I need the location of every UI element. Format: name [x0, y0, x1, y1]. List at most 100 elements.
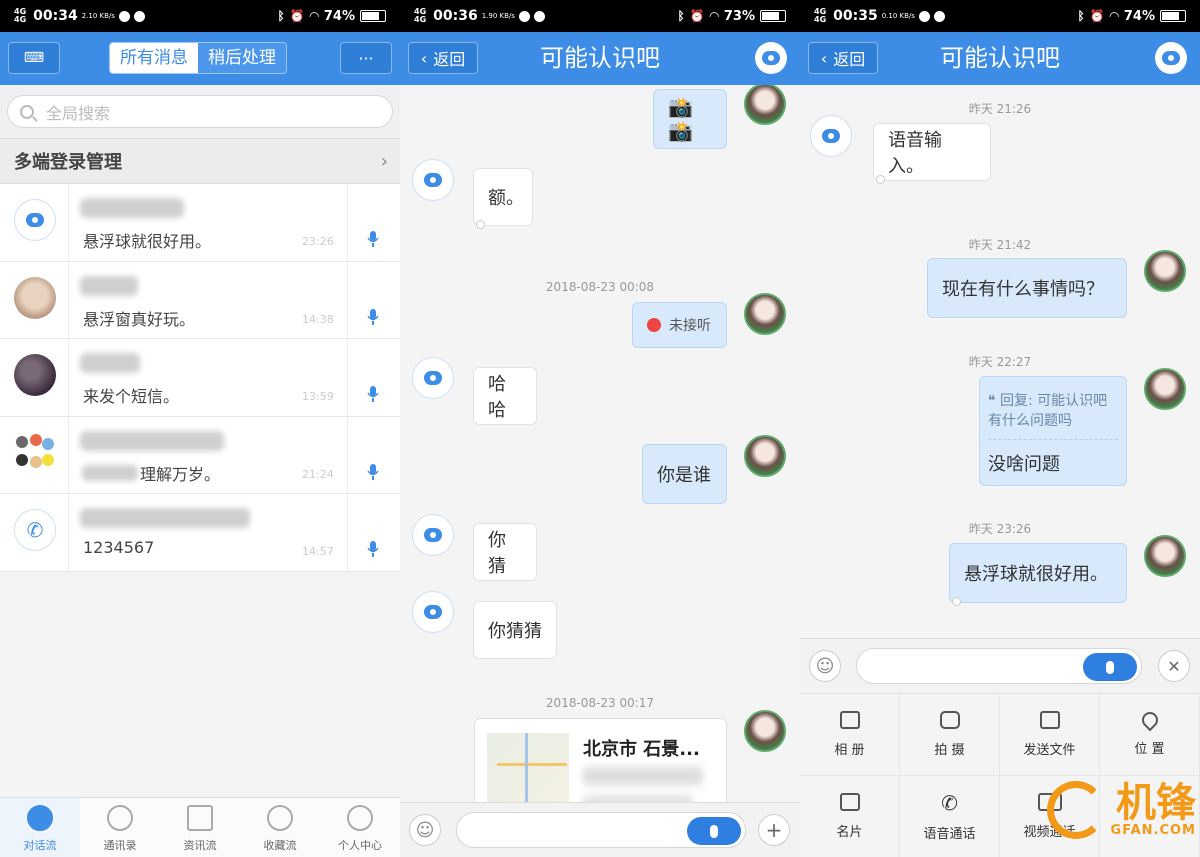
tab-profile[interactable]: 个人中心 [320, 798, 400, 857]
bluetooth-icon: ᛒ [677, 9, 685, 23]
status-time: 00:35 [833, 8, 878, 24]
close-icon: ✕ [1167, 656, 1181, 676]
back-button[interactable]: ‹ 返回 [408, 42, 478, 74]
blurred-contact-name [80, 275, 138, 296]
chevron-left-icon: ‹ [420, 48, 428, 68]
message-input[interactable] [456, 812, 746, 848]
date-stamp: 昨天 21:26 [968, 102, 1032, 116]
chevron-left-icon: ‹ [820, 48, 828, 68]
tab-news[interactable]: 资讯流 [160, 798, 240, 857]
tab-favorites[interactable]: 收藏流 [240, 798, 320, 857]
attach-camera[interactable]: 拍 摄 [900, 694, 1000, 776]
multi-device-login-row[interactable]: 多端登录管理 › [0, 138, 400, 184]
conversation-list-screen: 4G 4G 00:34 2.10 KB/s ᛒ ⏰ ◠ 74% ⌨ 所有消息 稍后… [0, 0, 400, 857]
chat-bubble-icon [26, 213, 44, 227]
battery-percent: 73% [723, 8, 755, 24]
attach-album[interactable]: 相 册 [800, 694, 900, 776]
message-bubble-in[interactable]: 额。 [473, 168, 533, 229]
more-button[interactable]: ··· [340, 42, 392, 74]
wifi-icon: ◠ [309, 9, 319, 23]
chat-bubble-icon [822, 129, 840, 143]
watermark-en: GFAN.COM [1110, 822, 1196, 838]
message-bubble-out[interactable]: 现在有什么事情吗？ [927, 258, 1127, 318]
conversation-row[interactable]: 来发个短信。 13:59 [0, 339, 400, 417]
attach-file[interactable]: 发送文件 [1000, 694, 1100, 776]
message-list: 昨天 21:26 语音输入。 昨天 21:42 现在有什么事情吗？ 昨天 22:… [800, 85, 1200, 637]
group-avatar [14, 431, 56, 474]
avatar [14, 354, 56, 396]
message-bubble-in[interactable]: 你猜猜 [473, 601, 557, 659]
my-avatar [1144, 250, 1186, 292]
message-bubble-in[interactable]: 语音输入。 [873, 123, 991, 184]
avatar: ✆ [14, 509, 56, 551]
phone-icon: ✆ [941, 791, 958, 815]
blurred-address [583, 767, 703, 785]
network-speed: 1.90 KB/s [481, 11, 515, 20]
search-icon [20, 104, 34, 119]
message-bubble-out[interactable]: 悬浮球就很好用。 [949, 543, 1127, 606]
mic-icon[interactable] [366, 308, 380, 326]
blurred-contact-name [80, 353, 140, 373]
attach-card[interactable]: 名片 [800, 776, 900, 857]
status-time: 00:36 [433, 8, 478, 24]
emoji-button[interactable]: ☺ [409, 814, 441, 846]
conversation-row[interactable]: 悬浮球就很好用。 23:26 [0, 184, 400, 262]
emoji-button[interactable]: ☺ [809, 650, 841, 682]
blurred-sender-name [82, 464, 138, 481]
global-search-input[interactable]: 全局搜索 [7, 95, 393, 128]
message-bubble-in[interactable]: 哈哈 [473, 367, 537, 425]
message-input[interactable] [856, 648, 1142, 684]
voice-assistant-button[interactable]: ⌨ [8, 42, 60, 74]
missed-call-icon [647, 318, 661, 332]
tab-all-messages[interactable]: 所有消息 [110, 43, 198, 73]
conversation-row[interactable]: 悬浮窗真好玩。 14:38 [0, 261, 400, 339]
mic-icon[interactable] [366, 230, 380, 248]
message-bubble-in[interactable]: 你猜 [473, 523, 537, 581]
conversation-row[interactable]: 理解万岁。 21:24 [0, 416, 400, 494]
mic-icon[interactable] [366, 540, 380, 558]
mic-icon[interactable] [366, 385, 380, 403]
network-speed: 2.10 KB/s [81, 11, 115, 20]
attach-voice-call[interactable]: ✆ 语音通话 [900, 776, 1000, 857]
tab-contacts[interactable]: 通讯录 [80, 798, 160, 857]
close-attachments-button[interactable]: ✕ [1158, 650, 1190, 682]
back-button[interactable]: ‹ 返回 [808, 42, 878, 74]
bot-profile-button[interactable] [755, 42, 787, 74]
mic-icon[interactable] [366, 463, 380, 481]
keyboard-mic-icon: ⌨ [23, 50, 45, 66]
bottom-tab-bar: 对话流 通讯录 资讯流 收藏流 个人中心 [0, 797, 400, 857]
bluetooth-icon: ᛒ [277, 9, 285, 23]
image-icon [839, 711, 860, 729]
reply-bubble[interactable]: ❝ 回复: 可能认识吧 有什么问题吗 没啥问题 [979, 376, 1127, 486]
quote-icon: ❝ [988, 393, 1000, 409]
chat-notification-icon [118, 10, 130, 22]
voice-input-button[interactable] [1083, 653, 1137, 681]
chat-title: 可能认识吧 [540, 44, 660, 72]
missed-call-bubble[interactable]: 未接听 [632, 302, 727, 348]
tab-conversations[interactable]: 对话流 [0, 798, 80, 857]
plus-icon: + [765, 818, 783, 842]
my-avatar [744, 293, 786, 335]
date-stamp: 2018-08-23 00:17 [545, 696, 655, 710]
chat-bubble-icon [424, 173, 442, 187]
more-actions-button[interactable]: + [758, 814, 790, 846]
bot-profile-button[interactable] [1155, 42, 1187, 74]
location-title: 北京市 石景... [583, 739, 700, 760]
tab-later[interactable]: 稍后处理 [198, 43, 286, 73]
chat-screen: 4G 4G 00:36 1.90 KB/s ᛒ ⏰ ◠ 73% ‹ 返回 可能认识吧… [400, 0, 800, 857]
location-card[interactable]: 北京市 石景... [474, 718, 727, 802]
gfan-watermark: 机锋 GFAN.COM [1046, 781, 1196, 839]
search-area: 全局搜索 [0, 85, 400, 138]
bot-avatar [412, 514, 454, 556]
message-bubble-out[interactable]: 📸📸 [653, 89, 727, 149]
conversation-row[interactable]: ✆ 1234567 14:57 [0, 494, 400, 572]
search-placeholder: 全局搜索 [46, 103, 111, 123]
voice-input-button[interactable] [687, 817, 741, 845]
attach-location[interactable]: 位 置 [1100, 694, 1200, 776]
my-avatar [1144, 368, 1186, 410]
message-preview: 1234567 [83, 538, 155, 557]
bot-avatar [412, 159, 454, 201]
message-bubble-out[interactable]: 你是谁 [642, 444, 727, 504]
blurred-address [583, 795, 693, 802]
bot-avatar [810, 115, 852, 157]
